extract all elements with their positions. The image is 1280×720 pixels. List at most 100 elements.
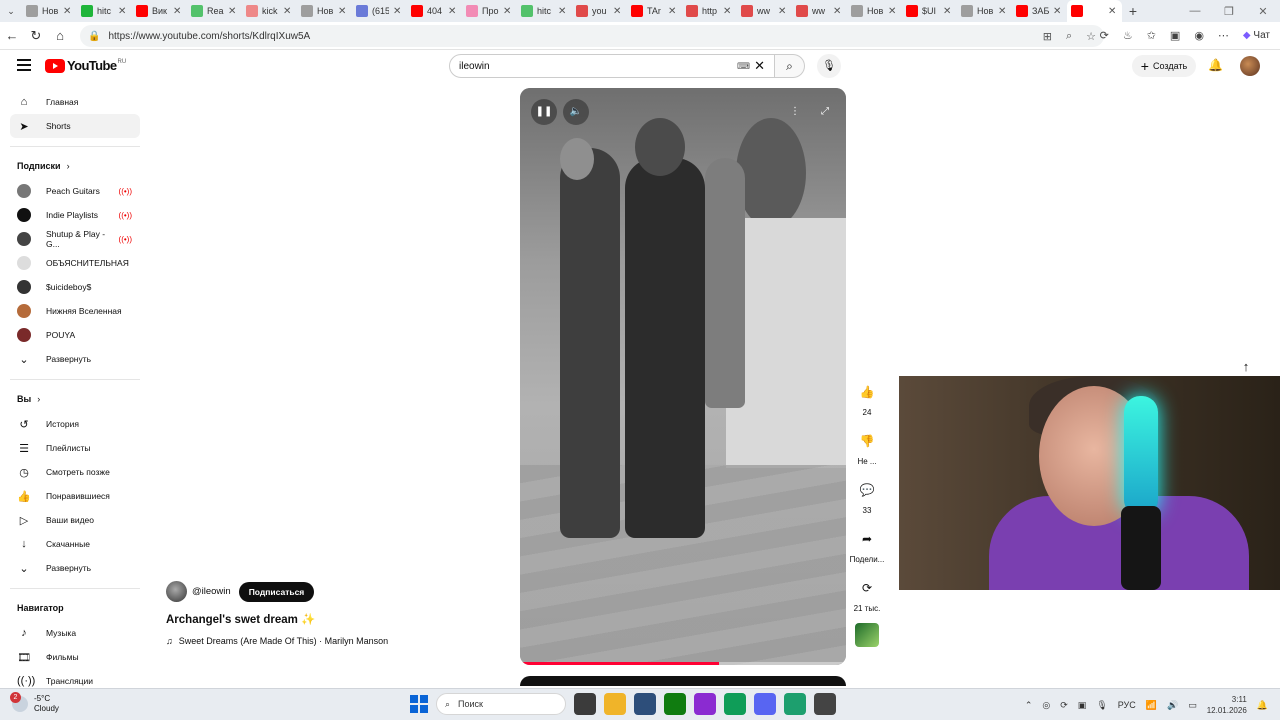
tab-close-icon[interactable]: ✕: [723, 6, 733, 17]
create-button[interactable]: + Создать: [1132, 55, 1196, 77]
tab-close-icon[interactable]: ✕: [558, 6, 568, 17]
app-install-icon[interactable]: ⊞: [1043, 30, 1052, 43]
sidebar-you-item[interactable]: ↺ История: [10, 412, 140, 436]
browser-tab[interactable]: ЗАБ ✕: [1012, 0, 1067, 22]
restore-icon[interactable]: ❐: [1212, 5, 1246, 18]
music-link[interactable]: ♫ Sweet Dreams (Are Made Of This) · Maril…: [166, 636, 388, 646]
new-tab-button[interactable]: +: [1122, 3, 1144, 19]
language-indicator[interactable]: РУС: [1118, 700, 1136, 710]
fullscreen-icon[interactable]: ⤢: [812, 99, 838, 125]
keyboard-icon[interactable]: ⌨: [737, 61, 750, 72]
browser-tab[interactable]: (615 ✕: [352, 0, 407, 22]
speaker-icon[interactable]: 🔊: [1167, 700, 1178, 711]
subscription-item[interactable]: ОБЪЯСНИТЕЛЬНАЯ: [10, 251, 140, 275]
search-button[interactable]: ⌕: [775, 54, 805, 78]
tab-close-icon[interactable]: ✕: [833, 6, 843, 17]
browser-tab[interactable]: kick ✕: [242, 0, 297, 22]
browser-tab[interactable]: ww ✕: [792, 0, 847, 22]
sidebar-item[interactable]: ➤ Shorts: [10, 114, 140, 138]
browser-tab[interactable]: Про ✕: [462, 0, 517, 22]
profile-icon[interactable]: ◉: [1194, 29, 1204, 42]
browser-tab[interactable]: http ✕: [682, 0, 737, 22]
clock[interactable]: 3:11 12.01.2026: [1207, 694, 1247, 716]
volume-icon[interactable]: 🔈: [563, 99, 589, 125]
tab-close-icon[interactable]: ✕: [228, 6, 238, 17]
tab-close-icon[interactable]: ✕: [448, 6, 458, 17]
tab-close-icon[interactable]: ✕: [778, 6, 788, 17]
app-icon[interactable]: [784, 693, 806, 715]
tab-close-icon[interactable]: ✕: [1108, 6, 1118, 17]
browser-tab[interactable]: Rea ✕: [187, 0, 242, 22]
subscription-item[interactable]: Indie Playlists ((•)): [10, 203, 140, 227]
browser-tab[interactable]: Нов ✕: [22, 0, 77, 22]
youtube-logo[interactable]: YouTube RU: [45, 58, 126, 73]
mic-tray-icon[interactable]: 🎙: [1096, 700, 1107, 711]
browser-tab[interactable]: ✕: [1067, 0, 1122, 22]
more-options-icon[interactable]: ⋮: [782, 99, 808, 125]
subscriptions-expand[interactable]: ⌄ Развернуть: [10, 347, 140, 371]
channel-avatar[interactable]: [166, 581, 187, 602]
tab-close-icon[interactable]: ✕: [998, 6, 1008, 17]
tab-close-icon[interactable]: ✕: [173, 6, 183, 17]
subscription-item[interactable]: Нижняя Вселенная: [10, 299, 140, 323]
pause-icon[interactable]: ❚❚: [531, 99, 557, 125]
notifications-bell-icon[interactable]: 🔔: [1208, 58, 1223, 72]
subscribe-button[interactable]: Подписаться: [238, 581, 315, 602]
discord-icon[interactable]: [754, 693, 776, 715]
sidebar-you-item[interactable]: ☰ Плейлисты: [10, 436, 140, 460]
share-button[interactable]: ➦: [853, 525, 881, 553]
voice-search-button[interactable]: 🎙: [817, 54, 841, 78]
arrow-up-icon[interactable]: ↑: [1235, 356, 1257, 378]
browser-tab[interactable]: 404 ✕: [407, 0, 462, 22]
next-short-preview[interactable]: [520, 676, 846, 686]
tab-close-icon[interactable]: ✕: [503, 6, 513, 17]
sidebar-you-item[interactable]: ↓ Скачанные: [10, 532, 140, 556]
sidebar-you-item[interactable]: ▷ Ваши видео: [10, 508, 140, 532]
url-field[interactable]: 🔒 https://www.youtube.com/shorts/KdlrqIX…: [80, 25, 1104, 47]
home-browser-icon[interactable]: ⌂: [48, 28, 72, 43]
tab-close-icon[interactable]: ✕: [943, 6, 953, 17]
browser-tab[interactable]: Вик ✕: [132, 0, 187, 22]
star-icon[interactable]: ☆: [1086, 30, 1096, 43]
tray-app-icon[interactable]: ⟳: [1060, 700, 1068, 711]
zoom-icon[interactable]: ⌕: [1066, 30, 1072, 43]
sidebar-nav-item[interactable]: 🎞 Фильмы: [10, 645, 140, 669]
minimize-icon[interactable]: —: [1178, 5, 1212, 17]
edge-browser-icon[interactable]: [724, 693, 746, 715]
close-window-icon[interactable]: ✕: [1246, 5, 1280, 18]
tab-close-icon[interactable]: ✕: [888, 6, 898, 17]
browser-tab[interactable]: Нов ✕: [297, 0, 352, 22]
tab-close-icon[interactable]: ✕: [283, 6, 293, 17]
browser-tab[interactable]: Нов ✕: [847, 0, 902, 22]
tab-close-icon[interactable]: ✕: [63, 6, 73, 17]
tab-list-chevron-icon[interactable]: ⌄: [0, 6, 22, 17]
reload-icon[interactable]: ↻: [24, 28, 48, 44]
browser-tab[interactable]: TAr ✕: [627, 0, 682, 22]
start-button[interactable]: [410, 695, 428, 713]
subscription-item[interactable]: $uicideboy$: [10, 275, 140, 299]
favorites-icon[interactable]: ✩: [1147, 29, 1156, 42]
account-avatar[interactable]: [1240, 56, 1260, 76]
wifi-icon[interactable]: 📶: [1146, 700, 1157, 711]
subscriptions-header[interactable]: Подписки ›: [10, 153, 140, 179]
subscription-item[interactable]: POUYA: [10, 323, 140, 347]
browser-tab[interactable]: hitc ✕: [77, 0, 132, 22]
tab-close-icon[interactable]: ✕: [118, 6, 128, 17]
remix-button[interactable]: ⟳: [853, 574, 881, 602]
tab-close-icon[interactable]: ✕: [668, 6, 678, 17]
browser-tab[interactable]: hitc ✕: [517, 0, 572, 22]
more-menu-icon[interactable]: ⋯: [1218, 29, 1229, 42]
menu-icon[interactable]: [17, 59, 31, 71]
file-explorer-icon[interactable]: [604, 693, 626, 715]
browser-tab[interactable]: ww ✕: [737, 0, 792, 22]
tab-close-icon[interactable]: ✕: [1053, 6, 1063, 17]
taskbar-search[interactable]: ⌕ Поиск: [436, 693, 566, 715]
tab-close-icon[interactable]: ✕: [613, 6, 623, 17]
sidebar-item[interactable]: ⌂ Главная: [10, 90, 140, 114]
weather-widget[interactable]: 2 -5°C Cloudy: [10, 692, 59, 714]
back-icon[interactable]: ←: [0, 28, 24, 43]
extensions-icon[interactable]: ⟳: [1100, 29, 1109, 42]
tray-app-icon[interactable]: ▣: [1078, 700, 1087, 711]
collections-icon[interactable]: ▣: [1170, 29, 1180, 42]
xbox-icon[interactable]: [664, 693, 686, 715]
